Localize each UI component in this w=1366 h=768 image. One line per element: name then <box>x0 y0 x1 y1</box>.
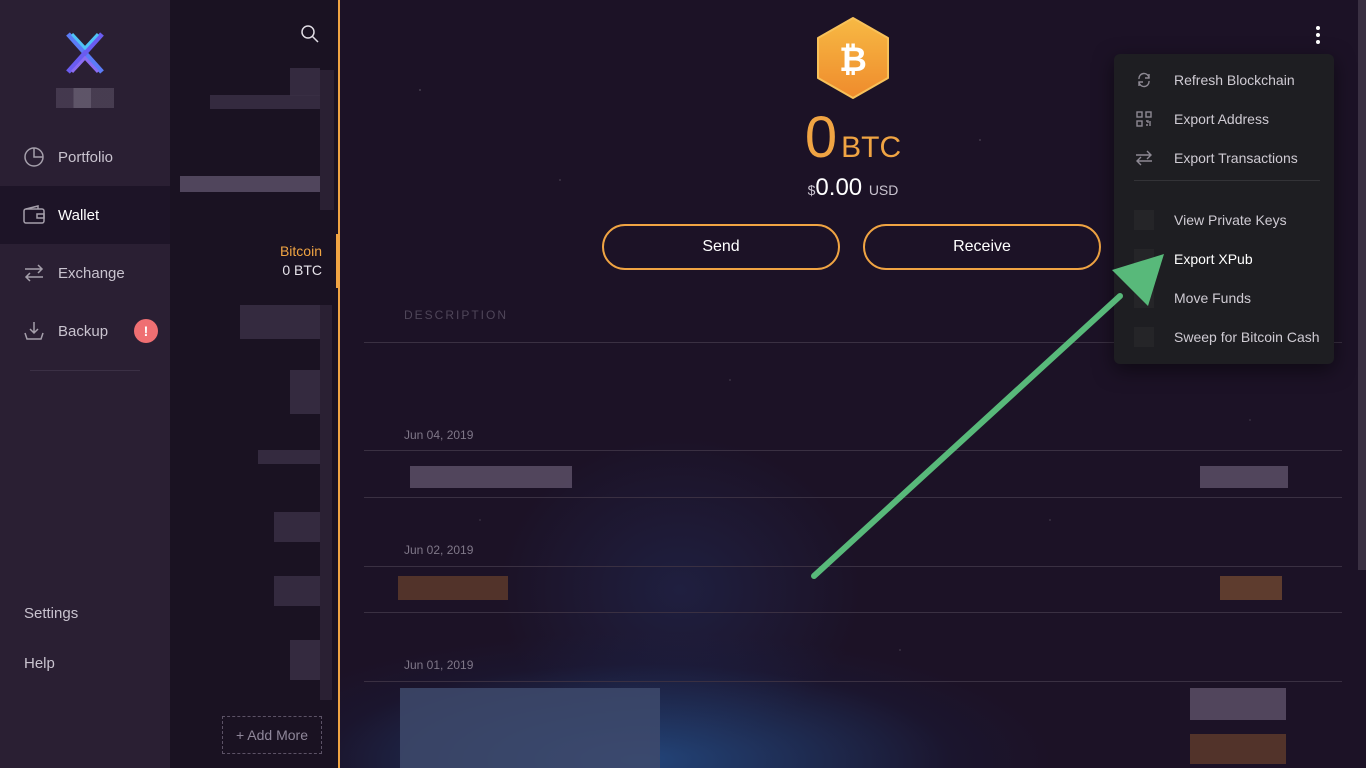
asset-item-bitcoin[interactable]: Bitcoin 0 BTC <box>280 242 322 280</box>
private-keys-icon <box>1134 210 1154 230</box>
move-funds-icon <box>1134 288 1154 308</box>
row-divider <box>364 612 1342 613</box>
blurred-asset-entry <box>258 450 320 464</box>
blurred-asset-entry <box>290 68 320 96</box>
row-divider <box>364 681 1342 682</box>
blurred-asset-entry <box>240 305 320 339</box>
transactions-column-header: DESCRIPTION <box>404 308 509 322</box>
transaction-date: Jun 02, 2019 <box>404 543 474 557</box>
send-button[interactable]: Send <box>602 224 840 270</box>
sidebar-item-label: Wallet <box>58 206 100 224</box>
balance-unit: BTC <box>841 131 902 164</box>
pie-chart-icon <box>23 146 45 168</box>
menu-item-export-address[interactable]: Export Address <box>1114 100 1334 138</box>
menu-item-label: Sweep for Bitcoin Cash <box>1174 329 1320 345</box>
menu-item-label: View Private Keys <box>1174 212 1287 228</box>
bitcoin-glyph: ₿ <box>839 40 867 80</box>
scrollbar[interactable] <box>1358 0 1366 570</box>
blurred-asset-entry <box>180 176 320 192</box>
download-tray-icon <box>23 320 45 342</box>
menu-item-label: Refresh Blockchain <box>1174 72 1295 88</box>
blurred-asset-entry <box>274 512 320 542</box>
transaction-date: Jun 01, 2019 <box>404 658 474 672</box>
usd-currency: USD <box>868 182 899 198</box>
blurred-asset-entry <box>320 305 332 700</box>
xpub-icon <box>1134 249 1154 269</box>
menu-item-label: Export XPub <box>1174 251 1253 267</box>
sweep-icon <box>1134 327 1154 347</box>
sidebar-item-label: Backup <box>58 322 109 340</box>
add-more-button[interactable]: + Add More <box>222 716 322 754</box>
row-divider <box>364 566 1342 567</box>
blurred-transaction-amount <box>1190 734 1286 764</box>
blurred-transaction-row[interactable] <box>400 688 660 768</box>
sidebar-item-wallet[interactable]: Wallet <box>0 186 170 244</box>
row-divider <box>364 497 1342 498</box>
blurred-transaction-amount <box>1200 466 1288 488</box>
profile-name-blurred <box>56 88 114 108</box>
sidebar-divider <box>30 370 140 371</box>
menu-item-export-transactions[interactable]: Export Transactions <box>1114 139 1334 177</box>
blurred-asset-entry <box>210 95 320 109</box>
usd-amount: 0.00 <box>815 174 863 201</box>
sidebar-item-portfolio[interactable]: Portfolio <box>0 128 170 186</box>
menu-item-export-xpub[interactable]: Export XPub <box>1114 240 1334 278</box>
exchange-arrows-icon <box>23 262 45 284</box>
sidebar: Portfolio Wallet Exchange Backup ! Setti… <box>0 0 170 768</box>
backup-alert-badge: ! <box>134 319 158 343</box>
sidebar-item-label: Exchange <box>58 264 125 282</box>
asset-balance: 0 BTC <box>282 262 322 278</box>
qr-code-icon <box>1134 109 1154 129</box>
asset-list: Bitcoin 0 BTC + Add More <box>170 0 339 768</box>
transfer-arrows-icon <box>1134 148 1154 168</box>
row-divider <box>364 450 1342 451</box>
menu-item-label: Export Transactions <box>1174 150 1298 166</box>
menu-item-view-private-keys[interactable]: View Private Keys <box>1114 201 1334 239</box>
menu-item-refresh-blockchain[interactable]: Refresh Blockchain <box>1114 61 1334 99</box>
crypto-balance: 0 BTC <box>600 104 1106 171</box>
refresh-icon <box>1134 70 1154 90</box>
blurred-asset-entry <box>274 576 320 606</box>
wallet-options-menu: Refresh Blockchain Export Address Export… <box>1114 54 1334 364</box>
blurred-transaction-amount <box>1220 576 1282 600</box>
sidebar-item-exchange[interactable]: Exchange <box>0 244 170 302</box>
menu-divider <box>1134 180 1320 181</box>
blurred-transaction-row[interactable] <box>410 466 572 488</box>
blurred-asset-entry <box>290 370 320 414</box>
settings-link[interactable]: Settings <box>24 605 78 622</box>
menu-item-sweep-bitcoin-cash[interactable]: Sweep for Bitcoin Cash <box>1114 318 1334 356</box>
exodus-logo-icon <box>66 32 104 74</box>
menu-item-label: Move Funds <box>1174 290 1252 306</box>
fiat-balance: $0.00 USD <box>600 174 1106 202</box>
transaction-date: Jun 04, 2019 <box>404 428 474 442</box>
wallet-icon <box>23 204 45 226</box>
asset-name: Bitcoin <box>279 243 322 259</box>
search-icon[interactable] <box>300 24 320 44</box>
sidebar-item-label: Portfolio <box>58 148 114 166</box>
menu-item-label: Export Address <box>1174 111 1269 127</box>
blurred-asset-entry <box>320 70 334 210</box>
blurred-transaction-amount <box>1190 688 1286 720</box>
balance-amount: 0 <box>804 105 838 170</box>
more-options-icon[interactable] <box>1308 22 1328 48</box>
menu-item-move-funds[interactable]: Move Funds <box>1114 279 1334 317</box>
blurred-transaction-row[interactable] <box>398 576 508 600</box>
help-link[interactable]: Help <box>24 655 55 672</box>
receive-button[interactable]: Receive <box>863 224 1101 270</box>
blurred-asset-entry <box>290 640 320 680</box>
bitcoin-hexagon-icon: ₿ <box>817 17 889 99</box>
column-divider <box>338 0 340 768</box>
